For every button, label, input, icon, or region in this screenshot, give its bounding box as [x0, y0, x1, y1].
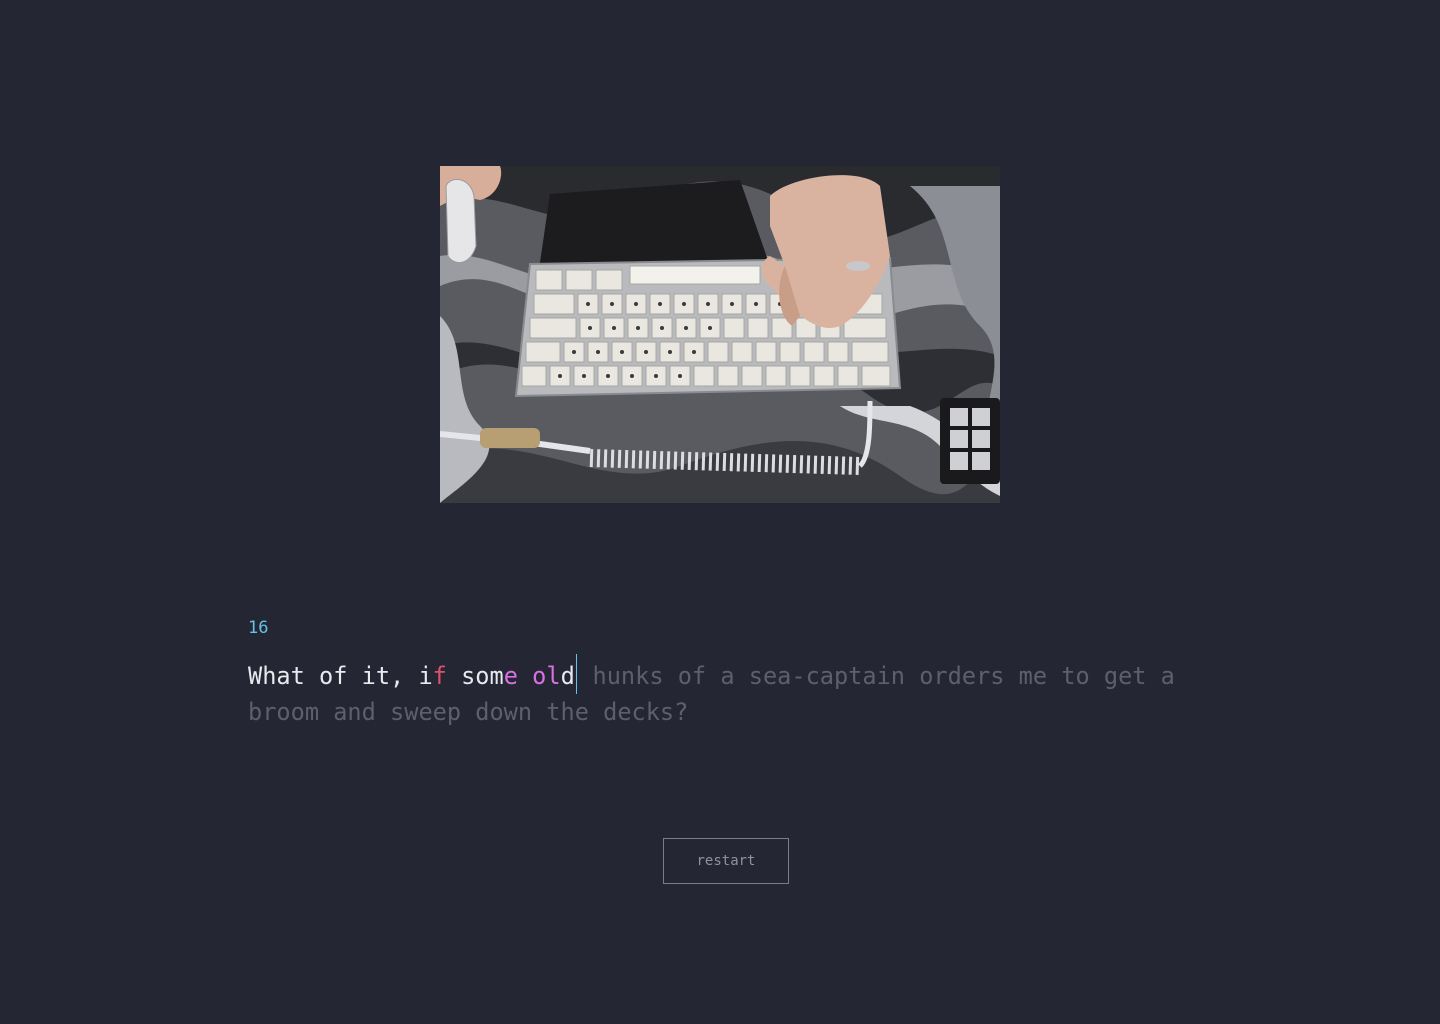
keyboard-photo [440, 166, 1000, 503]
typed-segment: d [560, 662, 575, 690]
typed-segment: ol [532, 662, 561, 690]
keyboard-photo-illustration [440, 166, 1000, 503]
restart-button[interactable]: restart [663, 838, 789, 884]
typing-test-page: 16 What of it, if some old hunks of a se… [0, 0, 1440, 1024]
typed-segment: e [503, 662, 518, 690]
typed-segment: som [446, 662, 504, 690]
typed-segment: f [432, 662, 447, 690]
word-counter: 16 [248, 618, 269, 638]
typed-segment [518, 662, 532, 690]
typed-segment: What of it, i [248, 662, 433, 690]
typing-passage[interactable]: What of it, if some old hunks of a sea-c… [248, 654, 1208, 730]
